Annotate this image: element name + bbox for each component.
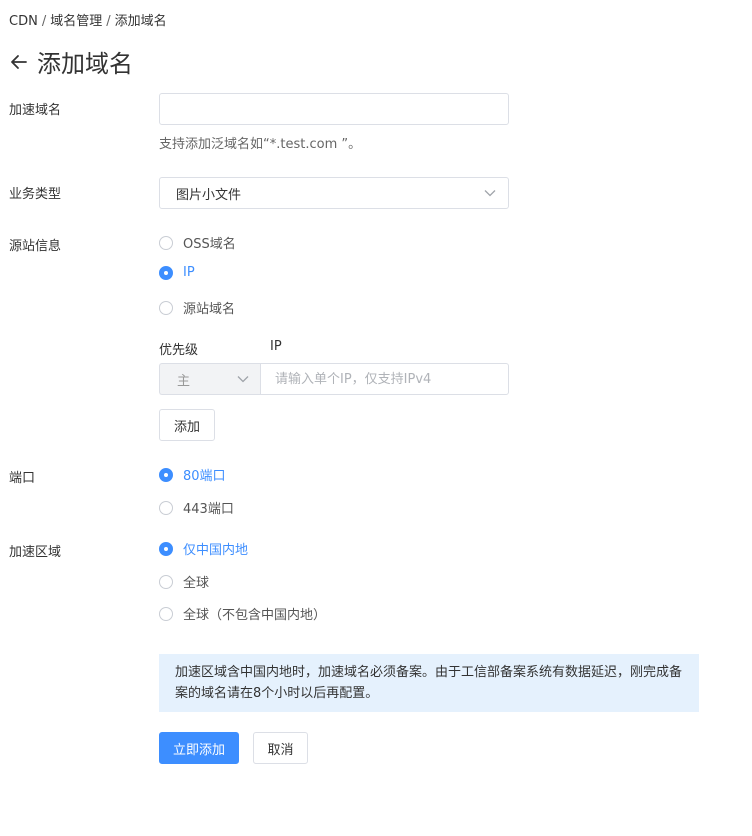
domain-input[interactable] [159,93,509,125]
chevron-down-icon [237,372,249,387]
breadcrumb-item-current: 添加域名 [114,14,167,29]
business-type-value: 图片小文件 [176,187,242,203]
port-label: 端口 [9,471,36,486]
submit-button[interactable]: 立即添加 [159,732,239,764]
page-header: 添加域名 [9,44,133,79]
priority-select[interactable]: 主 [159,363,261,395]
port-radio-443[interactable]: 443端口 [159,498,234,517]
radio-label: OSS域名 [183,237,236,252]
priority-value: 主 [177,373,191,389]
ip-column-header: IP [270,339,282,354]
chevron-down-icon [484,186,496,201]
radio-label: 源站域名 [183,302,236,317]
cancel-button[interactable]: 取消 [253,732,308,764]
region-radio-global[interactable]: 全球 [159,572,209,591]
port-radio-80[interactable]: 80端口 [159,465,226,484]
radio-circle [159,300,173,315]
breadcrumb-separator: / [106,14,111,29]
radio-label: 全球（不包含中国内地） [183,608,327,623]
region-radio-mainland[interactable]: 仅中国内地 [159,539,248,558]
radio-label: 80端口 [183,469,226,484]
breadcrumb: CDN / 域名管理 / 添加域名 [9,10,167,29]
domain-hint: 支持添加泛域名如“*.test.com ”。 [159,137,362,152]
origin-radio-oss[interactable]: OSS域名 [159,233,236,252]
region-radio-global-excl-mainland[interactable]: 全球（不包含中国内地） [159,604,326,623]
filing-notice: 加速区域含中国内地时，加速域名必须备案。由于工信部备案系统有数据延迟，刚完成备案… [159,654,699,712]
radio-label: 全球 [183,576,210,591]
arrow-left-icon[interactable] [9,46,33,78]
breadcrumb-item-domain-management[interactable]: 域名管理 [50,14,102,29]
region-label: 加速区域 [9,545,62,560]
page-title: 添加域名 [37,50,133,78]
radio-circle [159,467,173,482]
origin-radio-origin-domain[interactable]: 源站域名 [159,298,235,317]
radio-circle [159,574,173,589]
radio-label: 仅中国内地 [183,543,249,558]
radio-label: 443端口 [183,502,234,517]
origin-radio-ip[interactable]: IP [159,265,195,280]
radio-circle [159,265,173,280]
business-type-select[interactable]: 图片小文件 [159,177,509,209]
breadcrumb-separator: / [41,14,47,29]
add-origin-button[interactable]: 添加 [159,409,215,441]
business-type-label: 业务类型 [9,187,62,202]
breadcrumb-item-cdn[interactable]: CDN [9,14,38,29]
radio-circle [159,500,173,515]
priority-column-header: 优先级 [159,343,199,358]
domain-label: 加速域名 [9,103,62,118]
radio-circle [159,606,173,621]
origin-label: 源站信息 [9,239,62,254]
ip-input[interactable] [260,363,509,395]
radio-label: IP [183,265,195,280]
radio-circle [159,541,173,556]
radio-circle [159,235,173,250]
